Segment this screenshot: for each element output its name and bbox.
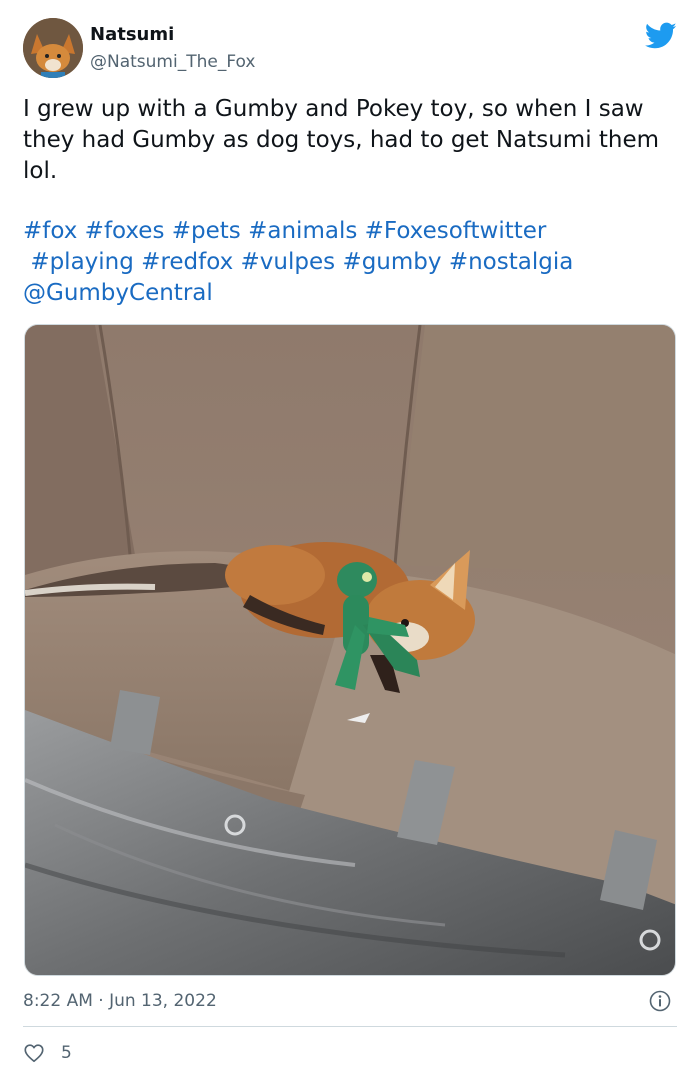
hashtag-foxesoftwitter[interactable]: #Foxesoftwitter: [365, 218, 547, 244]
info-icon[interactable]: [649, 990, 671, 1012]
tweet-header: Natsumi @Natsumi_The_Fox: [23, 18, 677, 80]
hashtag-fox[interactable]: #fox: [23, 218, 77, 244]
tweet-text: I grew up with a Gumby and Pokey toy, so…: [23, 96, 660, 184]
hashtag-redfox[interactable]: #redfox: [141, 249, 233, 275]
hashtag-foxes[interactable]: #foxes: [85, 218, 165, 244]
tweet-actions: 5: [23, 1040, 72, 1066]
hashtag-list: #fox #foxes #pets #animals #Foxesoftwitt…: [23, 216, 677, 309]
hashtag-vulpes[interactable]: #vulpes: [241, 249, 336, 275]
timestamp[interactable]: 8:22 AM · Jun 13, 2022: [23, 991, 217, 1011]
display-name[interactable]: Natsumi: [90, 24, 255, 46]
user-handle[interactable]: @Natsumi_The_Fox: [90, 50, 255, 74]
hashtag-animals[interactable]: #animals: [248, 218, 357, 244]
divider: [23, 1026, 677, 1027]
fox-avatar-icon: [23, 18, 83, 78]
hashtag-playing[interactable]: #playing: [30, 249, 134, 275]
heart-icon[interactable]: [23, 1042, 45, 1064]
hashtag-nostalgia[interactable]: #nostalgia: [449, 249, 574, 275]
hashtag-gumby[interactable]: #gumby: [342, 249, 441, 275]
tweet-photo[interactable]: [24, 324, 676, 976]
twitter-bird-icon[interactable]: [645, 22, 677, 50]
tweet-meta: 8:22 AM · Jun 13, 2022: [23, 988, 677, 1014]
hashtag-pets[interactable]: #pets: [172, 218, 241, 244]
fox-on-couch-photo: [25, 325, 675, 975]
avatar[interactable]: [23, 18, 83, 78]
mention-gumbycentral[interactable]: @GumbyCentral: [23, 280, 213, 306]
like-count: 5: [61, 1043, 72, 1063]
